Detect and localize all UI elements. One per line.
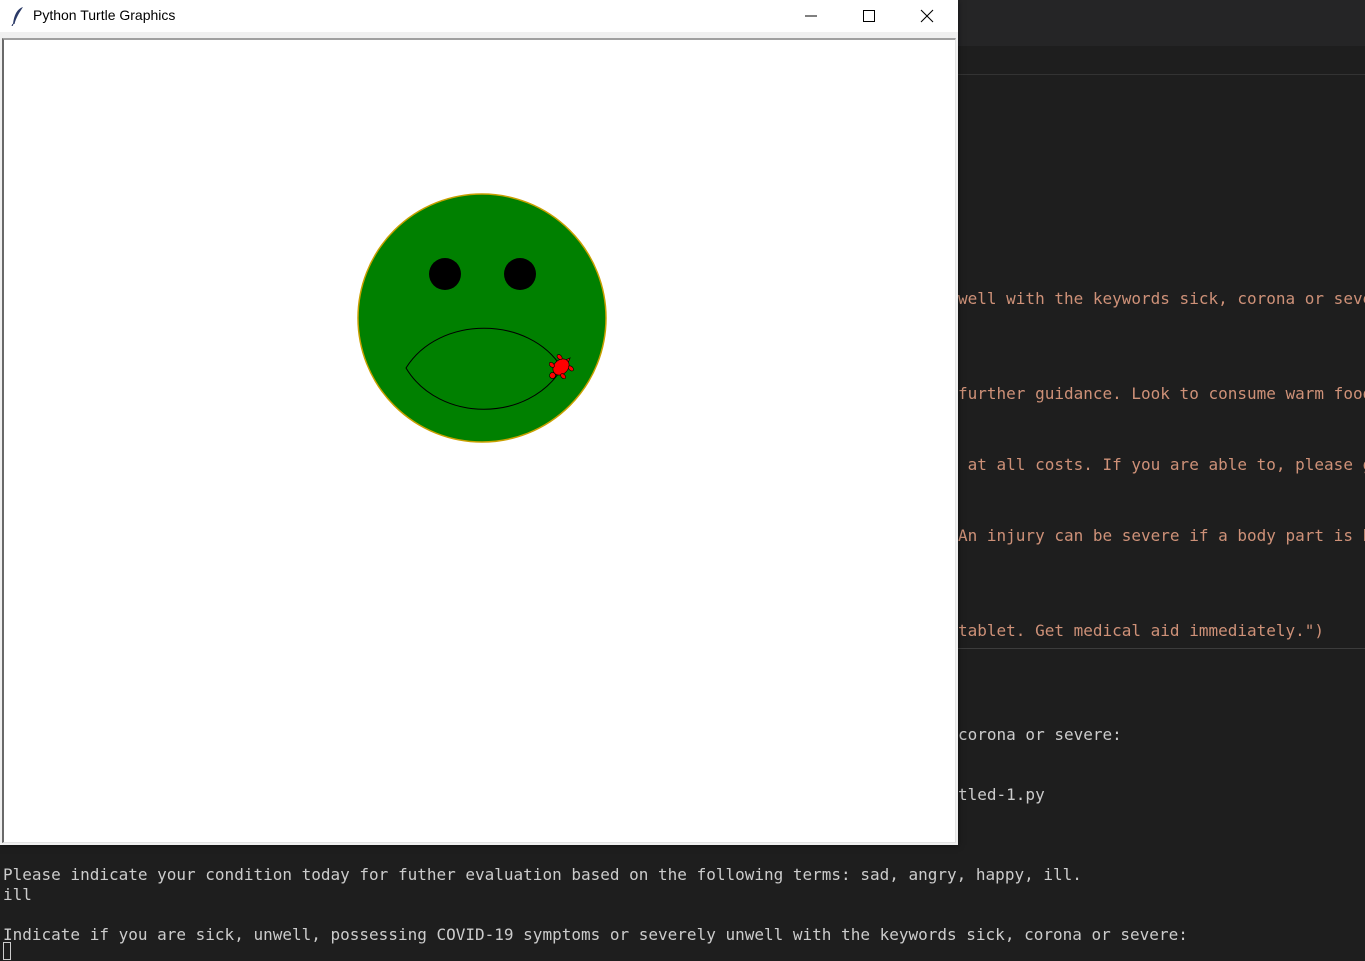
editor-tab-bar: [958, 0, 1365, 46]
code-line[interactable]: at all costs. If you are able to, please…: [958, 455, 1365, 475]
terminal-prompt-line: Indicate if you are sick, unwell, posses…: [3, 925, 1188, 944]
turtle-drawing: [357, 193, 607, 443]
terminal-line: ill: [3, 885, 32, 904]
close-button[interactable]: [898, 0, 956, 32]
maximize-icon: [863, 10, 875, 22]
code-line[interactable]: tablet. Get medical aid immediately."): [958, 621, 1324, 641]
turtle-window: Python Turtle Graphics: [0, 0, 958, 845]
close-icon: [920, 9, 934, 23]
left-eye: [429, 258, 461, 290]
terminal-line: Please indicate your condition today for…: [3, 865, 1082, 884]
code-line[interactable]: further guidance. Look to consume warm f…: [958, 384, 1365, 404]
code-line[interactable]: well with the keywords sick, corona or s…: [958, 289, 1365, 309]
window-titlebar[interactable]: Python Turtle Graphics: [0, 0, 958, 32]
maximize-button[interactable]: [840, 0, 898, 32]
minimize-button[interactable]: [782, 0, 840, 32]
terminal-line: tled-1.py: [958, 785, 1045, 804]
code-line[interactable]: An injury can be severe if a body part i…: [958, 526, 1365, 546]
face-circle: [357, 193, 607, 443]
minimize-icon: [805, 15, 817, 17]
terminal-cursor[interactable]: [3, 942, 11, 960]
terminal-line: corona or severe:: [958, 725, 1122, 744]
editor-breadcrumb-bar: [958, 46, 1365, 75]
right-eye: [504, 258, 536, 290]
turtle-canvas[interactable]: [2, 38, 956, 843]
window-title: Python Turtle Graphics: [33, 7, 176, 23]
panel-divider[interactable]: [958, 648, 1365, 649]
feather-icon: [11, 7, 23, 26]
